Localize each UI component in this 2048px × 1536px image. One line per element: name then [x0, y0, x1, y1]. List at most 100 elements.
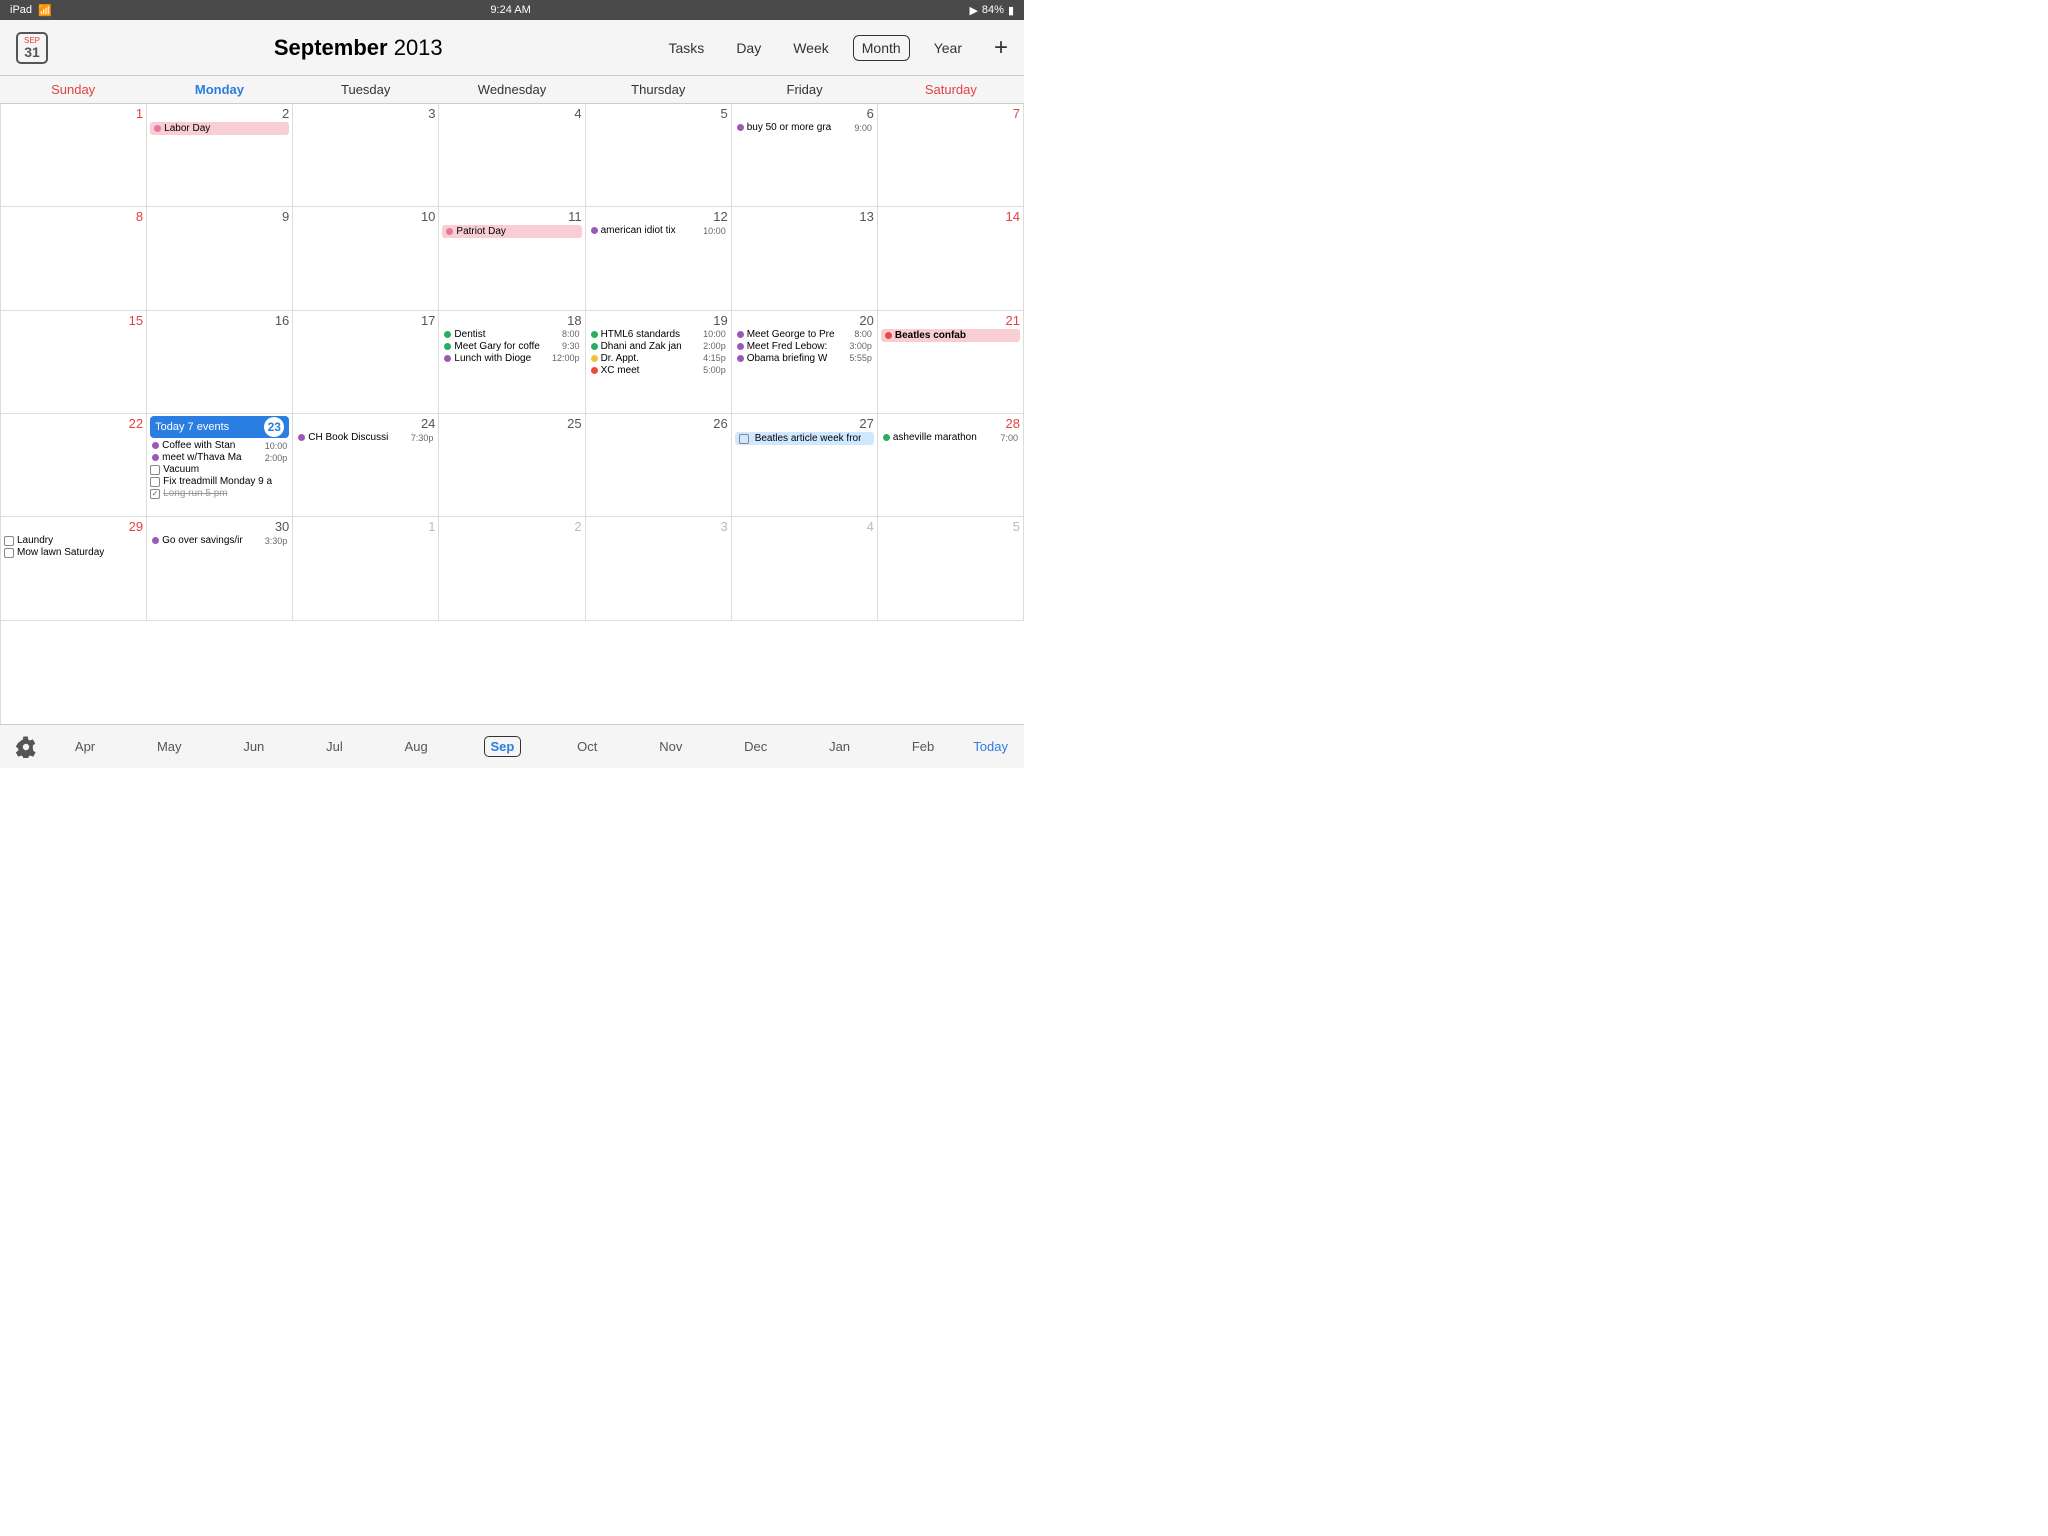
calendar-cell[interactable]: 3 — [586, 517, 732, 620]
timed-event[interactable]: Obama briefing W5:55p — [735, 353, 874, 364]
timed-event[interactable]: Dr. Appt.4:15p — [589, 353, 728, 364]
calendar-cell[interactable]: Today 7 events23Coffee with Stan10:00mee… — [147, 414, 293, 517]
timed-event[interactable]: meet w/Thava Ma2:00p — [150, 452, 289, 463]
calendar-cell[interactable]: 6buy 50 or more gra9:00 — [732, 104, 878, 207]
calendar-cell[interactable]: 4 — [732, 517, 878, 620]
strip-month-jan[interactable]: Jan — [823, 737, 856, 756]
sunday-header: Sunday — [0, 76, 146, 104]
calendar-cell[interactable]: 1 — [1, 104, 147, 207]
timed-event[interactable]: Meet George to Pre8:00 — [735, 329, 874, 340]
timed-event[interactable]: buy 50 or more gra9:00 — [735, 122, 874, 133]
page-title: September 2013 — [56, 35, 661, 61]
calendar-cell[interactable]: 5 — [586, 104, 732, 207]
calendar-cell[interactable]: 16 — [147, 311, 293, 414]
timed-event[interactable]: Go over savings/ir3:30p — [150, 535, 289, 546]
battery-label: 84% — [982, 4, 1004, 16]
settings-button[interactable] — [8, 736, 44, 758]
calendar-cell[interactable]: 3 — [293, 104, 439, 207]
calendar-cell[interactable]: 14 — [878, 207, 1024, 310]
day-nav-button[interactable]: Day — [728, 36, 769, 60]
status-bar: iPad 📶 9:24 AM ▶ 84% ▮ — [0, 0, 1024, 20]
all-day-event[interactable]: Patriot Day — [442, 225, 581, 238]
calendar-cell[interactable]: 21Beatles confab — [878, 311, 1024, 414]
location-icon: ▶ — [969, 4, 977, 17]
strip-month-sep[interactable]: Sep — [484, 736, 522, 757]
calendar-cell[interactable]: 24CH Book Discussi7:30p — [293, 414, 439, 517]
calendar-cell[interactable]: 2 — [439, 517, 585, 620]
thursday-header: Thursday — [585, 76, 731, 104]
calendar-cell[interactable]: 5 — [878, 517, 1024, 620]
wednesday-header: Wednesday — [439, 76, 585, 104]
calendar-cell[interactable]: 13 — [732, 207, 878, 310]
calendar-cell[interactable]: 1 — [293, 517, 439, 620]
task-item[interactable]: Mow lawn Saturday — [4, 547, 143, 558]
timed-event[interactable]: american idiot tix10:00 — [589, 225, 728, 236]
calendar-cell[interactable]: 28asheville marathon7:00 — [878, 414, 1024, 517]
device-label: iPad — [10, 4, 32, 16]
year-nav-button[interactable]: Year — [926, 36, 970, 60]
calendar-grid: 12Labor Day3456buy 50 or more gra9:00789… — [0, 104, 1024, 724]
timed-event[interactable]: HTML6 standards10:00 — [589, 329, 728, 340]
timed-event[interactable]: Meet Gary for coffe9:30 — [442, 341, 581, 352]
calendar-cell[interactable]: 11Patriot Day — [439, 207, 585, 310]
strip-month-feb[interactable]: Feb — [906, 737, 940, 756]
day-headers: Sunday Monday Tuesday Wednesday Thursday… — [0, 76, 1024, 104]
all-day-event[interactable]: Labor Day — [150, 122, 289, 135]
header: SEP 31 September 2013 Tasks Day Week Mon… — [0, 20, 1024, 76]
calendar-cell[interactable]: 27Beatles article week fror — [732, 414, 878, 517]
task-item[interactable]: Vacuum — [150, 464, 289, 475]
calendar-cell[interactable]: 30Go over savings/ir3:30p — [147, 517, 293, 620]
calendar-cell[interactable]: 18Dentist8:00Meet Gary for coffe9:30Lunc… — [439, 311, 585, 414]
wifi-icon: 📶 — [38, 4, 52, 17]
saturday-header: Saturday — [878, 76, 1024, 104]
strip-month-jun[interactable]: Jun — [237, 737, 270, 756]
timed-event[interactable]: Coffee with Stan10:00 — [150, 440, 289, 451]
strip-month-may[interactable]: May — [151, 737, 188, 756]
add-event-button[interactable]: + — [994, 34, 1008, 62]
strip-month-apr[interactable]: Apr — [69, 737, 101, 756]
calendar-cell[interactable]: 26 — [586, 414, 732, 517]
calendar-cell[interactable]: 9 — [147, 207, 293, 310]
calendar-cell[interactable]: 7 — [878, 104, 1024, 207]
calendar-cell[interactable]: 15 — [1, 311, 147, 414]
monday-header: Monday — [146, 76, 292, 104]
calendar-cell[interactable]: 20Meet George to Pre8:00Meet Fred Lebow:… — [732, 311, 878, 414]
month-nav-button[interactable]: Month — [853, 35, 910, 61]
month-strip-months: Apr May Jun Jul Aug Sep Oct Nov Dec Jan Feb — [44, 736, 965, 757]
week-nav-button[interactable]: Week — [785, 36, 837, 60]
timed-event[interactable]: Dhani and Zak jan2:00p — [589, 341, 728, 352]
month-strip: Apr May Jun Jul Aug Sep Oct Nov Dec Jan Feb Today — [0, 724, 1024, 768]
calendar-icon[interactable]: SEP 31 — [16, 32, 48, 64]
task-item[interactable]: Laundry — [4, 535, 143, 546]
tasks-nav-button[interactable]: Tasks — [661, 36, 713, 60]
calendar-cell[interactable]: 10 — [293, 207, 439, 310]
calendar-cell[interactable]: 4 — [439, 104, 585, 207]
strip-month-nov[interactable]: Nov — [653, 737, 688, 756]
timed-event[interactable]: XC meet5:00p — [589, 365, 728, 376]
calendar-cell[interactable]: 25 — [439, 414, 585, 517]
battery-icon: ▮ — [1008, 4, 1014, 17]
calendar-cell[interactable]: 19HTML6 standards10:00Dhani and Zak jan2… — [586, 311, 732, 414]
calendar-cell[interactable]: 22 — [1, 414, 147, 517]
strip-month-aug[interactable]: Aug — [399, 737, 434, 756]
all-day-event[interactable]: Beatles confab — [881, 329, 1020, 342]
calendar-cell[interactable]: 8 — [1, 207, 147, 310]
tuesday-header: Tuesday — [293, 76, 439, 104]
calendar-cell[interactable]: 2Labor Day — [147, 104, 293, 207]
calendar-cell[interactable]: 29LaundryMow lawn Saturday — [1, 517, 147, 620]
task-item[interactable]: ✓Long run 5 pm — [150, 488, 289, 499]
task-item[interactable]: Fix treadmill Monday 9 a — [150, 476, 289, 487]
calendar-cell[interactable]: 17 — [293, 311, 439, 414]
calendar-cell[interactable]: 12american idiot tix10:00 — [586, 207, 732, 310]
timed-event[interactable]: Meet Fred Lebow:3:00p — [735, 341, 874, 352]
timed-event[interactable]: CH Book Discussi7:30p — [296, 432, 435, 443]
strip-month-dec[interactable]: Dec — [738, 737, 773, 756]
task-event[interactable]: Beatles article week fror — [735, 432, 874, 445]
timed-event[interactable]: Dentist8:00 — [442, 329, 581, 340]
strip-month-oct[interactable]: Oct — [571, 737, 603, 756]
today-button[interactable]: Today — [965, 737, 1016, 756]
friday-header: Friday — [731, 76, 877, 104]
timed-event[interactable]: asheville marathon7:00 — [881, 432, 1020, 443]
timed-event[interactable]: Lunch with Dioge12:00p — [442, 353, 581, 364]
strip-month-jul[interactable]: Jul — [320, 737, 349, 756]
